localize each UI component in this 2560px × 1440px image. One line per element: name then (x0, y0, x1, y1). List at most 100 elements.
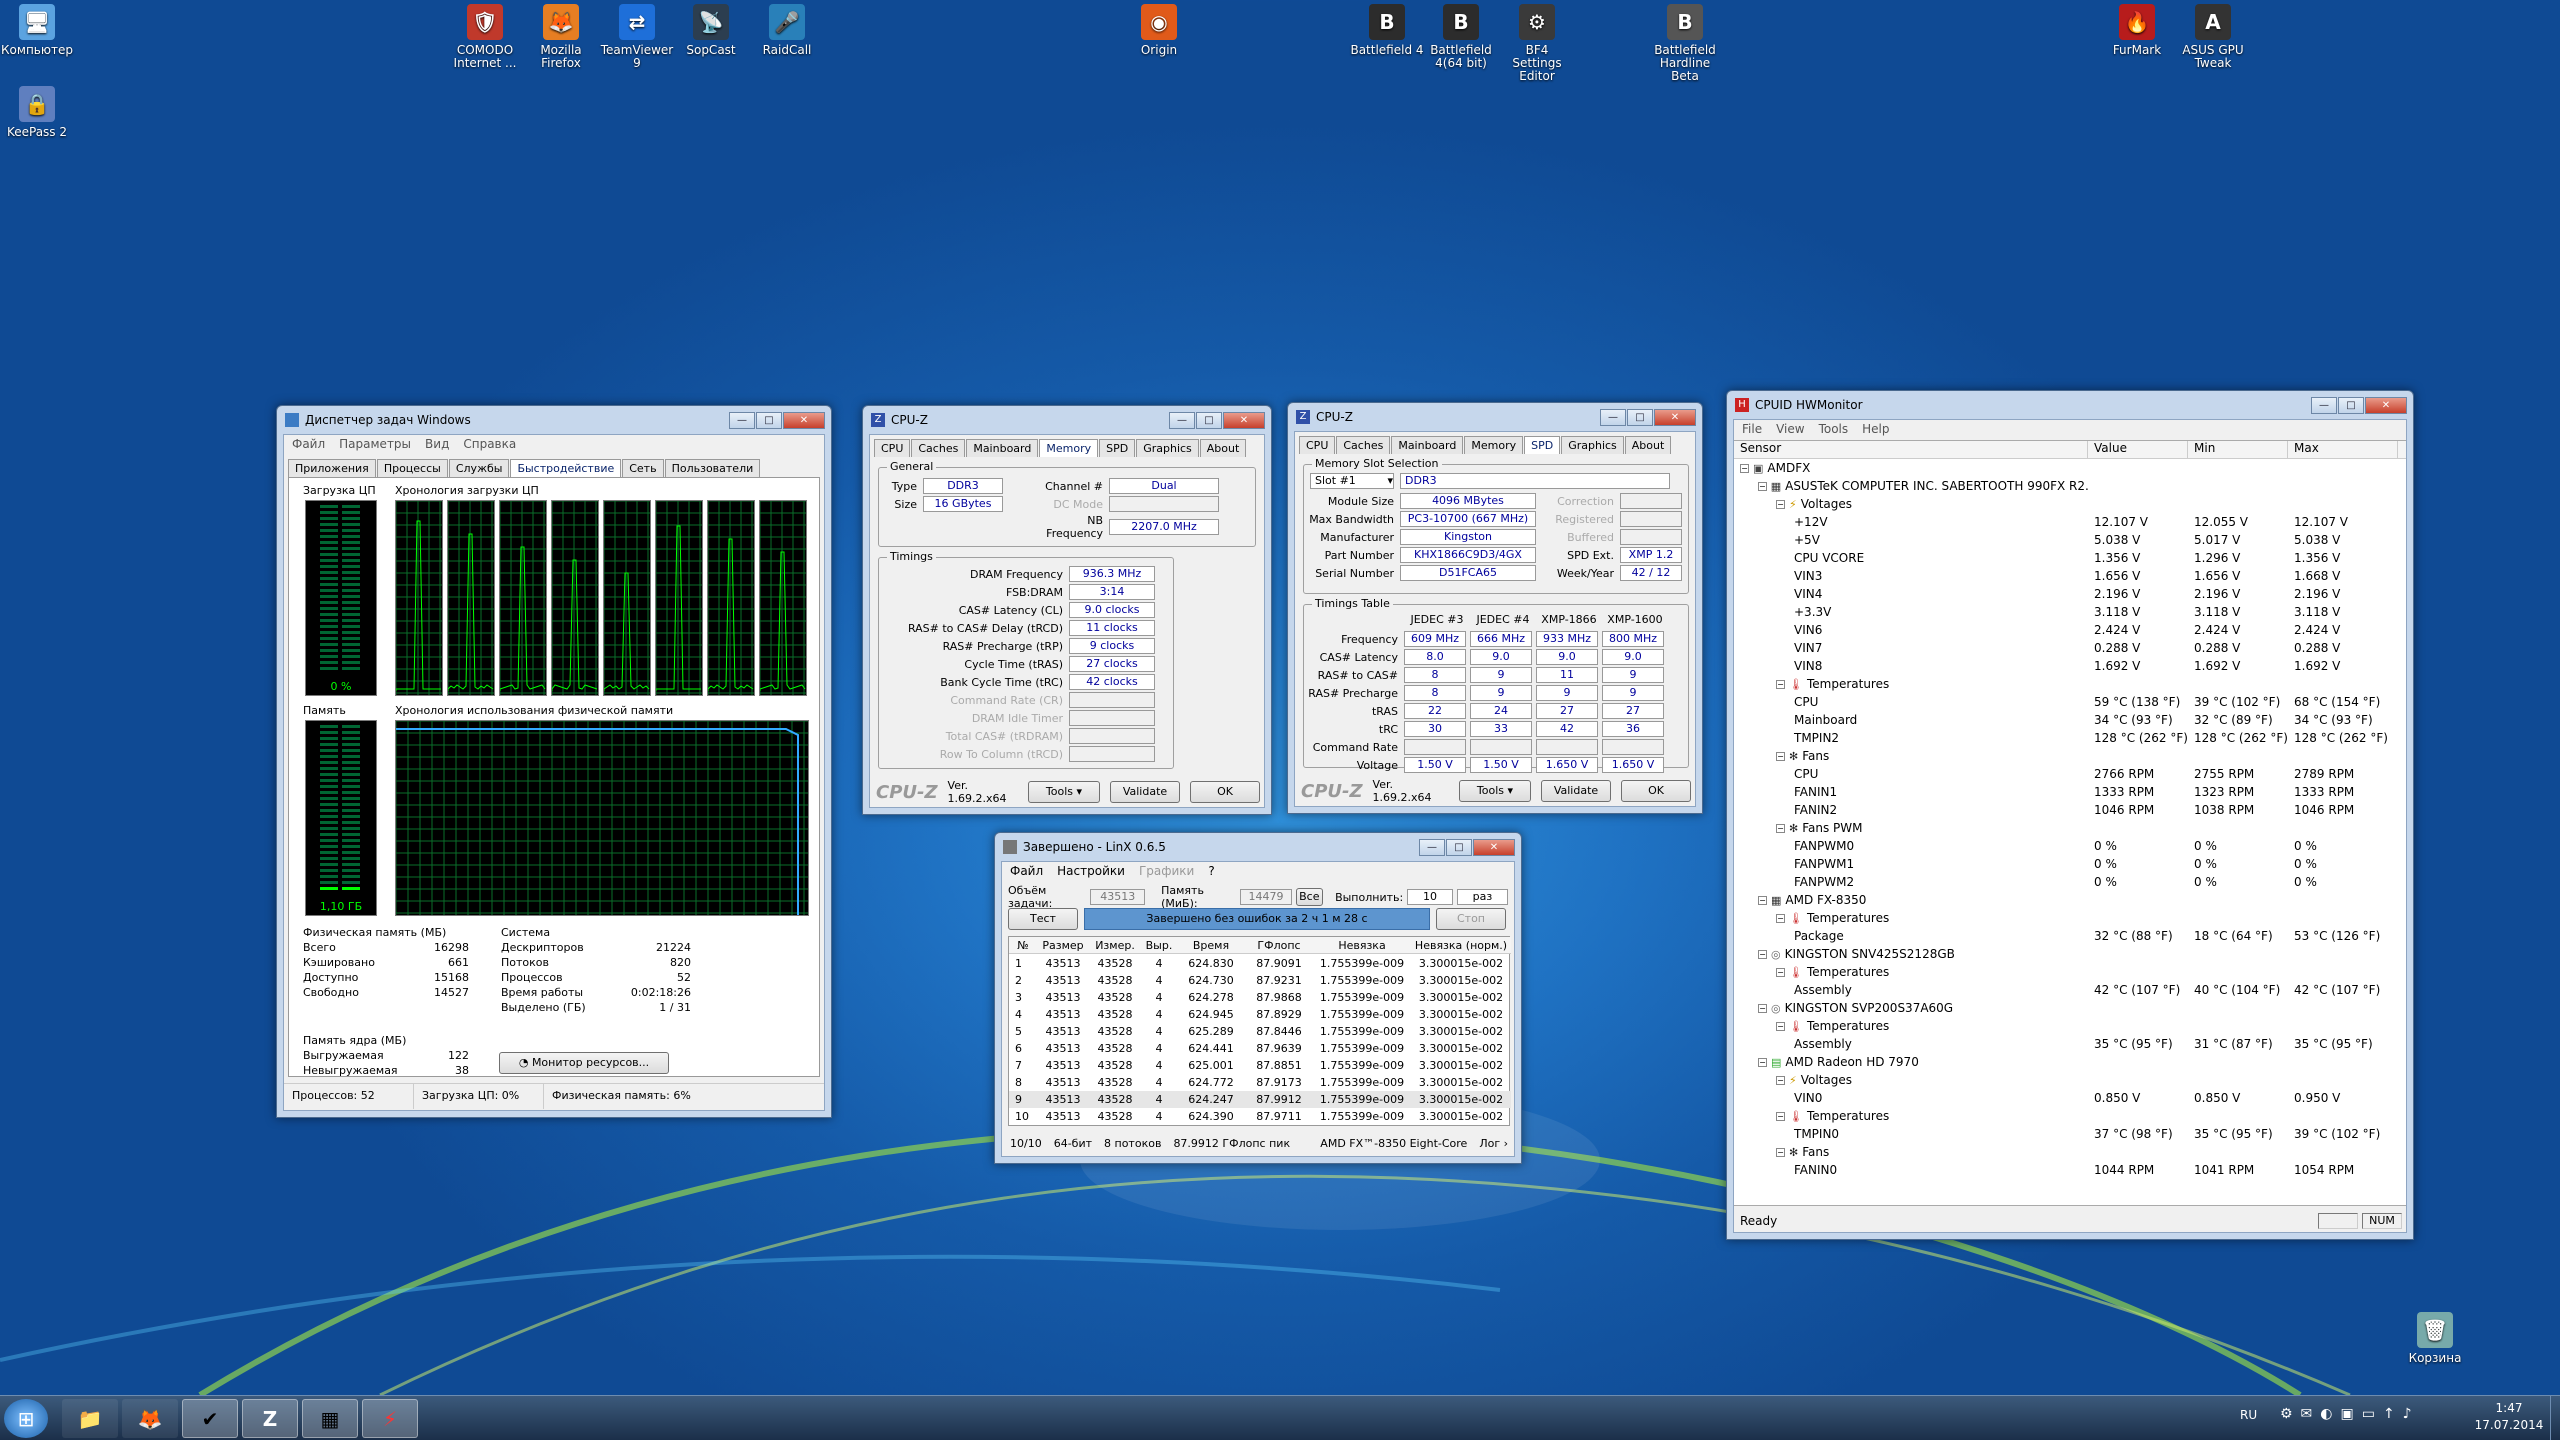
desktop-icon[interactable]: ⇄ TeamViewer 9 (600, 4, 674, 70)
tray-icons[interactable]: ⚙✉◐▣▭↑♪ (2280, 1406, 2420, 1422)
sensor-row[interactable]: +12V 12.107 V 12.055 V 12.107 V (1734, 513, 2406, 531)
tab[interactable]: Mainboard (1391, 436, 1464, 454)
collapse-toggle-icon[interactable]: − (1740, 463, 1749, 473)
status-cell[interactable]: Лог › (1479, 1137, 1508, 1150)
language-indicator[interactable]: RU (2240, 1408, 2257, 1422)
close-button[interactable]: ✕ (1473, 838, 1515, 856)
desktop-icon[interactable]: B Battlefield Hardline Beta (1648, 4, 1722, 83)
tab[interactable]: Memory (1464, 436, 1524, 454)
column-header[interactable]: Измер. (1089, 939, 1141, 952)
desktop-icon[interactable]: B Battlefield 4 (1350, 4, 1424, 57)
all-memory-button[interactable]: Все (1295, 888, 1324, 906)
maximize-button[interactable]: □ (1446, 838, 1472, 856)
sensor-row[interactable]: FANIN1 1333 RPM 1323 RPM 1333 RPM (1734, 783, 2406, 801)
collapse-toggle-icon[interactable]: − (1776, 751, 1785, 761)
desktop-icon[interactable]: A ASUS GPU Tweak (2176, 4, 2250, 70)
task-manager-titlebar[interactable]: Диспетчер задач Windows — □ ✕ (283, 406, 825, 434)
collapse-toggle-icon[interactable]: − (1776, 679, 1785, 689)
sensor-row[interactable]: − 🌡 Temperatures (1734, 963, 2406, 981)
sensor-row[interactable]: FANPWM2 0 % 0 % 0 % (1734, 873, 2406, 891)
tab[interactable]: Приложения (288, 459, 376, 477)
sensor-row[interactable]: TMPIN0 37 °C (98 °F) 35 °C (95 °F) 39 °C (1… (1734, 1125, 2406, 1143)
desktop-icon[interactable]: 🖥 Компьютер (0, 4, 74, 57)
problem-size-input[interactable]: 43513 (1090, 889, 1146, 905)
tab[interactable]: Процессы (376, 459, 448, 477)
menu-item[interactable]: Help (1862, 422, 1889, 438)
desktop-icon[interactable]: ◉ Origin (1122, 4, 1196, 57)
close-button[interactable]: ✕ (783, 411, 825, 429)
tab[interactable]: SPD (1524, 436, 1561, 454)
collapse-toggle-icon[interactable]: − (1776, 1111, 1785, 1121)
tab[interactable]: Пользователи (664, 459, 761, 477)
maximize-button[interactable]: □ (756, 411, 782, 429)
desktop-icon[interactable]: 🔒 KeePass 2 (0, 86, 74, 139)
sensor-row[interactable]: VIN0 0.850 V 0.850 V 0.950 V (1734, 1089, 2406, 1107)
memory-input[interactable]: 14479 (1240, 889, 1292, 905)
task-manager-window[interactable]: Диспетчер задач Windows — □ ✕ Файл Параметр… (276, 405, 832, 1118)
column-header[interactable]: Выр. (1141, 939, 1177, 952)
maximize-button[interactable]: □ (2338, 396, 2364, 414)
tab[interactable]: Caches (1336, 436, 1391, 454)
sensor-row[interactable]: Mainboard 34 °C (93 °F) 32 °C (89 °F) 34 °C… (1734, 711, 2406, 729)
maximize-button[interactable]: □ (1196, 411, 1222, 429)
sensor-row[interactable]: − ✻ Fans (1734, 747, 2406, 765)
menu-item[interactable]: Файл (292, 437, 325, 453)
menu-item[interactable]: Файл (1010, 864, 1043, 880)
collapse-toggle-icon[interactable]: − (1776, 1147, 1785, 1157)
menu-item[interactable]: Справка (463, 437, 516, 453)
results-row[interactable]: 5 43513 43528 4 625.289 87.8446 1.755399e-009 3… (1009, 1023, 1511, 1040)
sensor-row[interactable]: − ⚡ Voltages (1734, 1071, 2406, 1089)
tab[interactable]: Caches (911, 439, 966, 457)
slot-select[interactable]: Slot #1 ▾ (1310, 473, 1394, 489)
sensor-row[interactable]: Assembly 35 °C (95 °F) 31 °C (87 °F) 35 °C … (1734, 1035, 2406, 1053)
tab[interactable]: CPU (874, 439, 911, 457)
column-header[interactable]: Размер (1037, 939, 1089, 952)
validate-button[interactable]: Validate (1110, 781, 1180, 803)
linx-window[interactable]: Завершено - LinX 0.6.5 — □ ✕ Файл Настройки… (994, 832, 1522, 1164)
sensor-row[interactable]: − ▤ AMD Radeon HD 7970 (1734, 1053, 2406, 1071)
sensor-row[interactable]: VIN4 2.196 V 2.196 V 2.196 V (1734, 585, 2406, 603)
runs-unit-select[interactable]: раз (1456, 889, 1509, 905)
collapse-toggle-icon[interactable]: − (1776, 913, 1785, 923)
menu-item[interactable]: Параметры (339, 437, 411, 453)
sensor-row[interactable]: − ⚡ Voltages (1734, 495, 2406, 513)
results-row[interactable]: 7 43513 43528 4 625.001 87.8851 1.755399e-009 3… (1009, 1057, 1511, 1074)
taskbar-notes[interactable]: ✔ (182, 1399, 238, 1438)
sensor-row[interactable]: FANPWM0 0 % 0 % 0 % (1734, 837, 2406, 855)
desktop-icon[interactable]: 📡 SopCast (674, 4, 748, 57)
linx-titlebar[interactable]: Завершено - LinX 0.6.5 — □ ✕ (1001, 833, 1515, 861)
sensor-row[interactable]: +5V 5.038 V 5.017 V 5.038 V (1734, 531, 2406, 549)
sensor-row[interactable]: − ▣ AMDFX (1734, 459, 2406, 477)
sensor-row[interactable]: − 🌡 Temperatures (1734, 1107, 2406, 1125)
tab[interactable]: Graphics (1561, 436, 1624, 454)
collapse-toggle-icon[interactable]: − (1776, 823, 1785, 833)
results-row[interactable]: 8 43513 43528 4 624.772 87.9173 1.755399e-009 3… (1009, 1074, 1511, 1091)
sensor-row[interactable]: VIN7 0.288 V 0.288 V 0.288 V (1734, 639, 2406, 657)
minimize-button[interactable]: — (1600, 408, 1626, 426)
sensor-row[interactable]: − ✻ Fans PWM (1734, 819, 2406, 837)
ok-button[interactable]: OK (1621, 780, 1691, 802)
collapse-toggle-icon[interactable]: − (1758, 949, 1767, 959)
cpuz-memory-window[interactable]: Z CPU-Z — □ ✕ CPU Caches Mainboard Memory SPD G… (862, 405, 1272, 815)
sensor-row[interactable]: − ◎ KINGSTON SNV425S2128GB (1734, 945, 2406, 963)
tab[interactable]: SPD (1099, 439, 1136, 457)
clock[interactable]: 1:47 17.07.2014 (2474, 1400, 2544, 1434)
collapse-toggle-icon[interactable]: − (1758, 1003, 1767, 1013)
desktop-icon[interactable]: 🔥 FurMark (2100, 4, 2174, 57)
tab[interactable]: CPU (1299, 436, 1336, 454)
sensor-row[interactable]: VIN8 1.692 V 1.692 V 1.692 V (1734, 657, 2406, 675)
taskbar-firefox[interactable]: 🦊 (122, 1399, 178, 1438)
maximize-button[interactable]: □ (1627, 408, 1653, 426)
sensor-row[interactable]: − ▦ ASUSTeK COMPUTER INC. SABERTOOTH 990FX… (1734, 477, 2406, 495)
menu-item[interactable]: Графики (1139, 864, 1194, 880)
taskbar-cpuz[interactable]: Z (242, 1399, 298, 1438)
close-button[interactable]: ✕ (1223, 411, 1265, 429)
menu-item[interactable]: View (1776, 422, 1804, 438)
results-row[interactable]: 1 43513 43528 4 624.830 87.9091 1.755399e-009 3… (1009, 955, 1511, 972)
tab[interactable]: Сеть (622, 459, 664, 477)
taskbar-task-manager[interactable]: ▦ (302, 1399, 358, 1438)
desktop-icon[interactable]: 🗑 Корзина (2398, 1312, 2472, 1365)
tools-button[interactable]: Tools ▾ (1028, 781, 1100, 803)
results-row[interactable]: 2 43513 43528 4 624.730 87.9231 1.755399e-009 3… (1009, 972, 1511, 989)
sensor-row[interactable]: Package 32 °C (88 °F) 18 °C (64 °F) 53 °C (… (1734, 927, 2406, 945)
